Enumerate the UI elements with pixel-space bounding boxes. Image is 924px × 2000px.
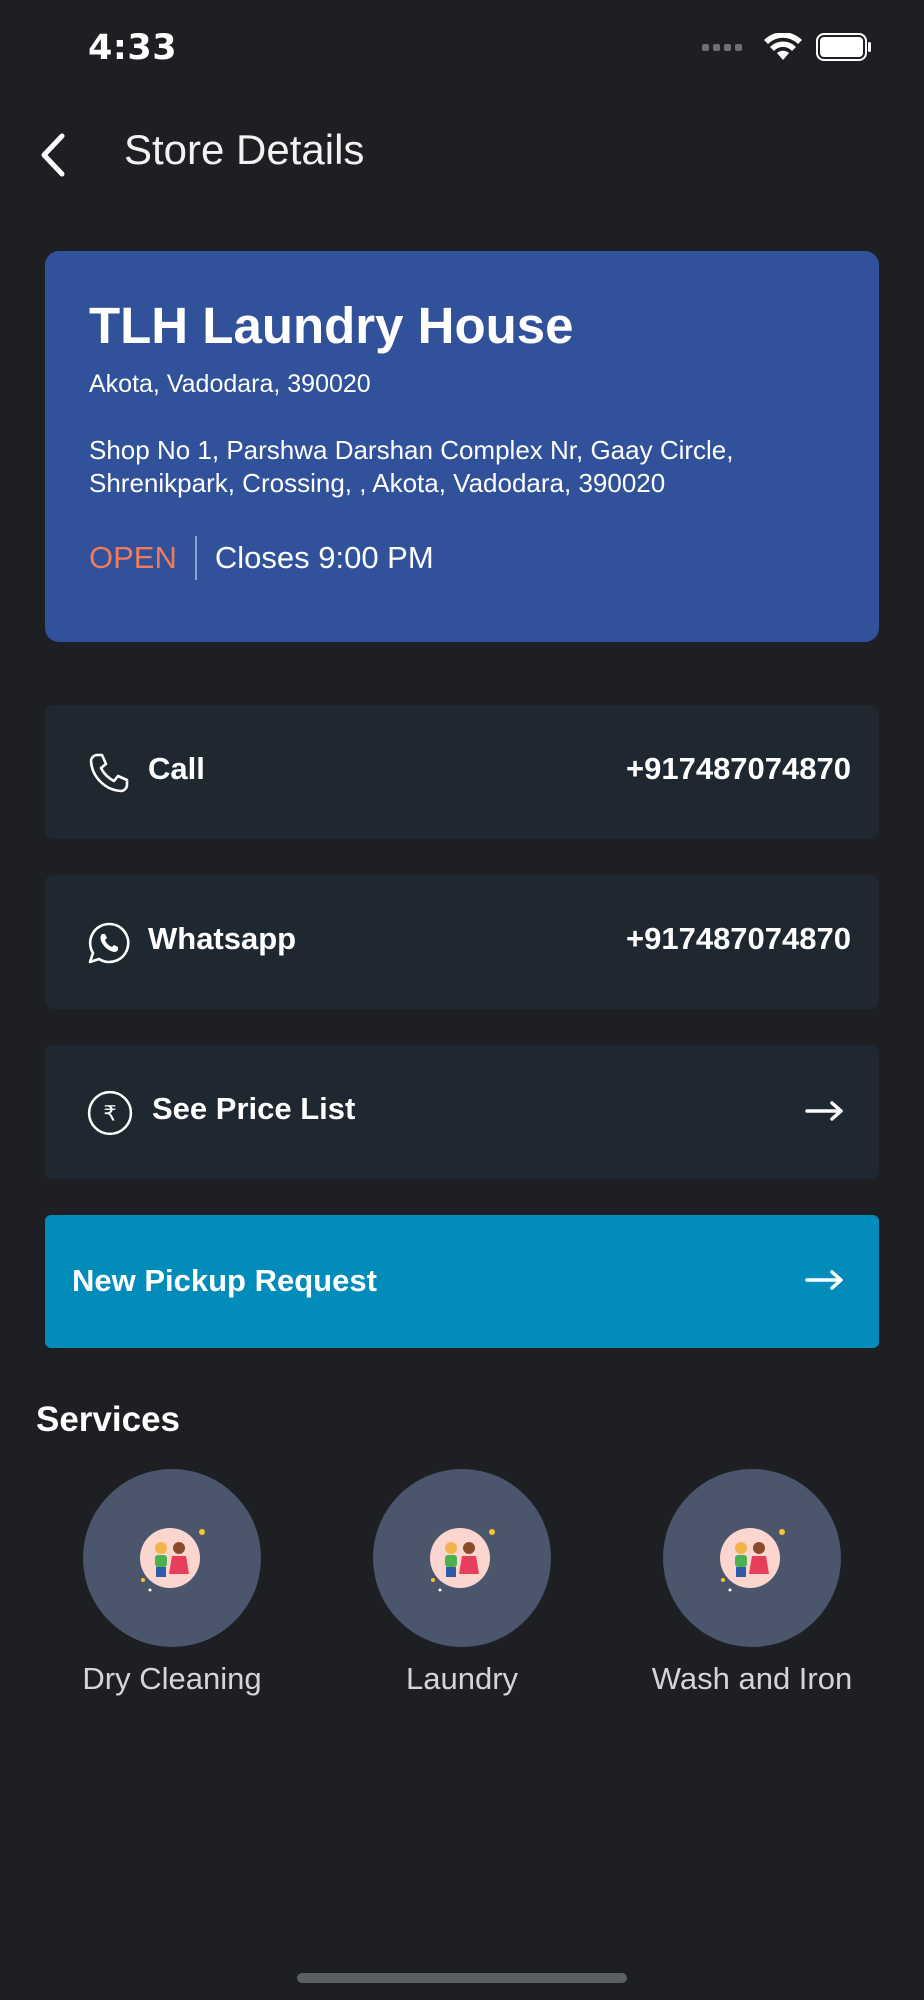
open-status-badge: OPEN (89, 540, 177, 575)
services-heading: Services (36, 1400, 181, 1439)
back-button[interactable] (34, 130, 74, 180)
pickup-label: New Pickup Request (72, 1263, 377, 1298)
laundry-kids-icon (140, 1528, 205, 1592)
new-pickup-request-button[interactable]: New Pickup Request (45, 1215, 879, 1348)
service-laundry[interactable]: Laundry (332, 1469, 592, 1697)
service-icon-circle (373, 1469, 551, 1647)
price-list-label: See Price List (152, 1091, 356, 1126)
service-label: Laundry (405, 1661, 519, 1696)
chevron-left-icon (41, 133, 65, 177)
nav-header: Store Details (0, 110, 924, 190)
arrow-right-icon (805, 1101, 843, 1121)
store-name: TLH Laundry House (89, 297, 574, 354)
store-hours: OPEN Closes 9:00 PM (89, 536, 434, 580)
whatsapp-label: Whatsapp (148, 921, 297, 956)
call-label: Call (148, 751, 205, 786)
see-price-list-button[interactable]: ₹ See Price List (45, 1045, 879, 1179)
store-locality: Akota, Vadodara, 390020 (89, 370, 371, 398)
store-address: Shop No 1, Parshwa Darshan Complex Nr, G… (89, 435, 734, 498)
rupee-icon: ₹ (87, 1090, 133, 1136)
arrow-right-icon (805, 1270, 843, 1290)
status-bar: 4:33 (0, 0, 924, 100)
whatsapp-icon (88, 922, 130, 964)
whatsapp-number: +917487074870 (626, 921, 851, 956)
phone-icon (89, 753, 129, 793)
call-number: +917487074870 (626, 751, 851, 786)
service-dry-cleaning[interactable]: Dry Cleaning (42, 1469, 302, 1697)
battery-icon (816, 33, 871, 61)
service-label: Wash and Iron (651, 1661, 853, 1696)
whatsapp-button[interactable]: Whatsapp +917487074870 (45, 875, 879, 1009)
service-icon-circle (83, 1469, 261, 1647)
page-title: Store Details (124, 126, 365, 173)
status-time: 4:33 (88, 28, 178, 68)
service-wash-and-iron[interactable]: Wash and Iron (622, 1469, 882, 1697)
wifi-icon (764, 33, 802, 60)
closing-time: Closes 9:00 PM (214, 540, 434, 575)
laundry-kids-icon (430, 1528, 495, 1592)
home-indicator[interactable] (297, 1973, 627, 1983)
store-info-card: TLH Laundry House Akota, Vadodara, 39002… (45, 251, 879, 642)
laundry-kids-icon (720, 1528, 785, 1592)
status-icons (702, 33, 872, 61)
service-icon-circle (663, 1469, 841, 1647)
call-button[interactable]: Call +917487074870 (45, 705, 879, 839)
svg-text:₹: ₹ (103, 1101, 116, 1125)
service-label: Dry Cleaning (82, 1661, 262, 1696)
status-divider (194, 536, 197, 580)
cellular-signal-icon (702, 43, 742, 51)
